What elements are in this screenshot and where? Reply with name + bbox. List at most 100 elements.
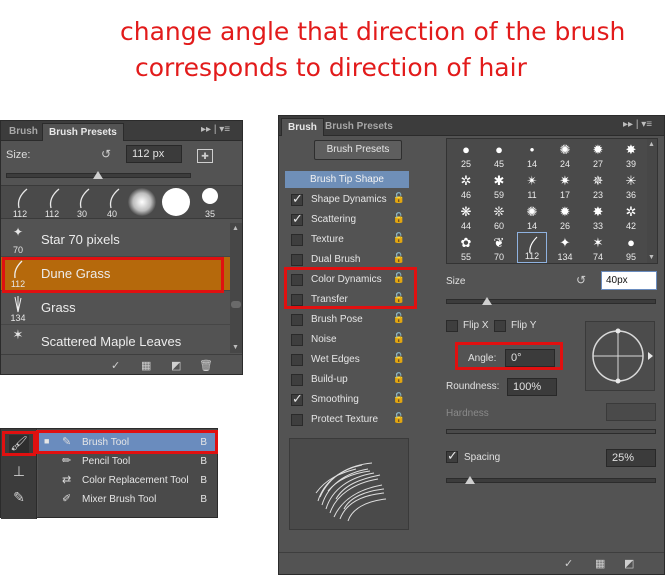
tip-cell[interactable]: ✳ 36 <box>616 170 646 201</box>
menu-item-mixer-brush[interactable]: ✐ Mixer Brush Tool B <box>38 490 217 509</box>
lock-icon[interactable]: 🔓 <box>393 373 405 384</box>
tab-brush-presets[interactable]: Brush Presets <box>42 123 124 141</box>
tip-cell-selected[interactable]: 112 <box>517 232 547 263</box>
option-checkbox[interactable] <box>291 414 303 426</box>
flip-x-checkbox[interactable] <box>446 320 458 332</box>
option-checkbox[interactable] <box>291 254 303 266</box>
brush-tip-shape-header[interactable]: Brush Tip Shape <box>285 171 409 188</box>
lock-icon[interactable]: 🔓 <box>393 213 405 224</box>
tip-cell[interactable]: ✲ 46 <box>451 170 481 201</box>
tip-cell[interactable]: ● 95 <box>616 232 646 263</box>
thumb-brush[interactable]: 40 <box>97 186 127 220</box>
tip-cell[interactable]: ✱ 59 <box>484 170 514 201</box>
brush-option-smoothing[interactable]: Smoothing 🔓 <box>285 390 409 410</box>
option-checkbox[interactable] <box>291 374 303 386</box>
lock-icon[interactable]: 🔓 <box>393 253 405 264</box>
spacing-checkbox[interactable] <box>446 448 458 464</box>
tip-cell[interactable]: ✺ 24 <box>550 139 580 170</box>
tip-cell[interactable]: ● 25 <box>451 139 481 170</box>
roundness-input[interactable]: 100% <box>507 378 557 396</box>
preset-list-scrollbar[interactable]: ▲ ▼ <box>230 223 242 353</box>
menu-item-pencil-tool[interactable]: ✏ Pencil Tool B <box>38 452 217 471</box>
size-input[interactable]: 40px <box>601 271 657 290</box>
flip-y-checkbox[interactable] <box>494 320 506 332</box>
stamp-tool-icon[interactable]: ⊥ <box>9 463 29 483</box>
grid-view-icon[interactable]: ▦ <box>141 359 151 372</box>
lock-icon[interactable]: 🔓 <box>393 233 405 244</box>
reset-icon[interactable]: ↺ <box>576 273 586 287</box>
option-checkbox[interactable] <box>291 354 303 366</box>
brush-option-brush-pose[interactable]: Brush Pose 🔓 <box>285 310 409 330</box>
thumb-hard-round-small[interactable]: 35 <box>195 186 225 220</box>
new-preset-icon[interactable]: ✚ <box>197 149 213 163</box>
thumb-soft-round[interactable] <box>127 188 157 222</box>
tip-cell[interactable]: • 14 <box>517 139 547 170</box>
option-checkbox[interactable] <box>291 234 303 246</box>
brush-option-noise[interactable]: Noise 🔓 <box>285 330 409 350</box>
size-slider-thumb[interactable] <box>93 171 103 179</box>
new-preset-icon[interactable]: ◩ <box>624 557 634 570</box>
option-checkbox[interactable] <box>291 391 303 407</box>
reset-icon[interactable]: ↺ <box>101 147 111 161</box>
list-item[interactable]: 134 Grass <box>1 291 230 325</box>
spacing-slider[interactable] <box>446 478 656 483</box>
panel-menu-icon[interactable]: ▸▸ | ▾≡ <box>623 119 652 130</box>
tip-cell[interactable]: ✲ 42 <box>616 201 646 232</box>
tip-cell[interactable]: ✴ 11 <box>517 170 547 201</box>
brush-tool-icon[interactable]: ✓ <box>564 557 573 570</box>
tip-cell[interactable]: ❋ 44 <box>451 201 481 232</box>
tip-cell[interactable]: ❦ 70 <box>484 232 514 263</box>
history-brush-icon[interactable]: ✎ <box>9 489 29 509</box>
tip-cell[interactable]: ✵ 23 <box>583 170 613 201</box>
tip-cell[interactable]: ✸ 33 <box>583 201 613 232</box>
trash-icon[interactable]: 🗑 <box>199 359 213 372</box>
lock-icon[interactable]: 🔓 <box>393 313 405 324</box>
tip-cell[interactable]: ● 45 <box>484 139 514 170</box>
grid-view-icon[interactable]: ▦ <box>595 557 605 570</box>
spacing-slider-thumb[interactable] <box>465 476 475 484</box>
brush-option-scattering[interactable]: Scattering 🔓 <box>285 210 409 230</box>
hardness-slider[interactable] <box>446 429 656 434</box>
brush-option-texture[interactable]: Texture 🔓 <box>285 230 409 250</box>
thumb-brush[interactable]: 30 <box>67 186 97 220</box>
thumb-hard-round[interactable] <box>161 188 191 222</box>
size-slider[interactable] <box>446 299 656 304</box>
lock-icon[interactable]: 🔓 <box>393 393 405 404</box>
lock-icon[interactable]: 🔓 <box>393 193 405 204</box>
tip-grid-scrollbar[interactable]: ▲ ▼ <box>647 139 657 263</box>
tab-brush[interactable]: Brush <box>3 123 44 141</box>
option-checkbox[interactable] <box>291 211 303 227</box>
option-checkbox[interactable] <box>291 191 303 207</box>
tab-brush[interactable]: Brush <box>281 118 324 136</box>
tip-cell[interactable]: ✸ 39 <box>616 139 646 170</box>
lock-icon[interactable]: 🔓 <box>393 333 405 344</box>
brush-option-shape-dynamics[interactable]: Shape Dynamics 🔓 <box>285 190 409 210</box>
panel-menu-icon[interactable]: ▸▸ | ▾≡ <box>201 124 230 135</box>
new-preset-icon[interactable]: ◩ <box>171 359 181 372</box>
brush-option-build-up[interactable]: Build-up 🔓 <box>285 370 409 390</box>
lock-icon[interactable]: 🔓 <box>393 413 405 424</box>
brush-option-wet-edges[interactable]: Wet Edges 🔓 <box>285 350 409 370</box>
option-checkbox[interactable] <box>291 314 303 326</box>
brush-option-protect-texture[interactable]: Protect Texture 🔓 <box>285 410 409 430</box>
thumb-brush[interactable]: 112 <box>37 186 67 220</box>
tip-cell[interactable]: ✺ 14 <box>517 201 547 232</box>
tip-cell[interactable]: ✶ 74 <box>583 232 613 263</box>
tip-cell[interactable]: ✷ 17 <box>550 170 580 201</box>
size-input[interactable]: 112 px <box>126 145 182 163</box>
lock-icon[interactable]: 🔓 <box>393 353 405 364</box>
angle-roundness-dial[interactable] <box>585 321 655 391</box>
tab-brush-presets[interactable]: Brush Presets <box>319 118 399 136</box>
tip-cell[interactable]: ✿ 55 <box>451 232 481 263</box>
brush-presets-button[interactable]: Brush Presets <box>314 140 402 160</box>
list-item[interactable]: ✦ 70 Star 70 pixels <box>1 223 230 257</box>
tip-cell[interactable]: ✹ 26 <box>550 201 580 232</box>
tip-cell[interactable]: ❊ 60 <box>484 201 514 232</box>
tip-cell[interactable]: ✦ 134 <box>550 232 580 263</box>
menu-item-color-replacement[interactable]: ⇄ Color Replacement Tool B <box>38 471 217 490</box>
hardness-input[interactable] <box>606 403 656 421</box>
brush-tool-icon[interactable]: ✓ <box>111 359 120 372</box>
size-slider-thumb[interactable] <box>482 297 492 305</box>
tip-cell[interactable]: ✹ 27 <box>583 139 613 170</box>
thumb-brush[interactable]: 112 <box>5 186 35 220</box>
